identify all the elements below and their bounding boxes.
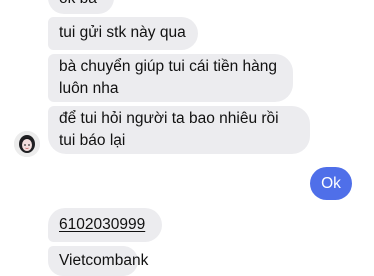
message-text: tui gửi stk này qua <box>59 24 186 41</box>
message-bubble-incoming[interactable]: bà chuyển giúp tui cái tiền hàng luôn nh… <box>48 54 293 102</box>
avatar-photo-icon <box>14 131 40 157</box>
message-bubble-incoming[interactable]: để tui hỏi người ta bao nhiêu rồi tui bá… <box>48 106 310 154</box>
message-bubble-incoming[interactable]: ok bà <box>48 0 114 14</box>
contact-avatar[interactable] <box>14 131 40 157</box>
message-text: ok bà <box>59 0 97 10</box>
message-bubble-outgoing[interactable]: Ok <box>310 167 352 200</box>
message-bubble-incoming[interactable]: 6102030999 <box>48 208 162 242</box>
message-text: Ok <box>321 175 341 192</box>
message-bubble-incoming[interactable]: tui gửi stk này qua <box>48 17 198 50</box>
message-text: Vietcombank <box>59 252 149 269</box>
message-text: để tui hỏi người ta bao nhiêu rồi tui bá… <box>59 110 279 149</box>
message-bubble-incoming[interactable]: Vietcombank <box>48 246 148 276</box>
message-text: bà chuyển giúp tui cái tiền hàng luôn nh… <box>59 58 278 97</box>
account-number-link[interactable]: 6102030999 <box>59 216 145 233</box>
